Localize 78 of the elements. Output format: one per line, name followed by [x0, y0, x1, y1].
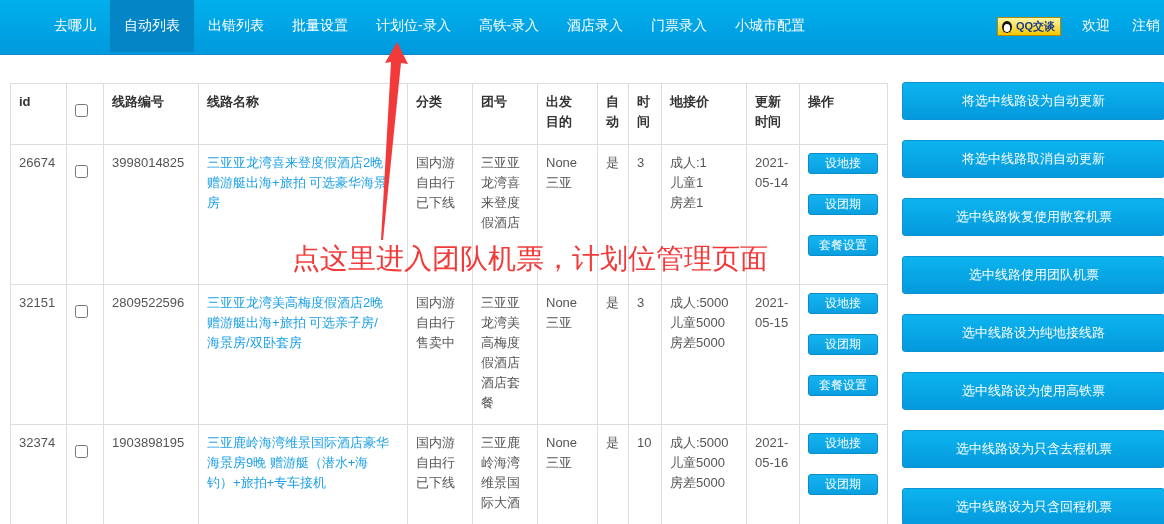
table-cell-text: 三亚亚龙湾喜来登度假酒店 [481, 154, 521, 232]
table-cell-text: 房差1 [670, 194, 705, 212]
table-cell-text: 成人:5000 [670, 434, 730, 452]
action-button[interactable]: 设地接 [808, 433, 878, 454]
table-cell-text: 3 [637, 294, 646, 312]
nav-tab[interactable]: 自动列表 [110, 0, 194, 52]
table-cell-text: 32374 [19, 434, 57, 452]
column-header: 自动 [606, 94, 619, 129]
table-cell-text: 房差5000 [670, 334, 726, 352]
batch-action-button[interactable]: 选中线路恢复使用散客机票 [902, 198, 1164, 236]
column-header: 分类 [416, 94, 442, 109]
nav-tab[interactable]: 去哪儿 [40, 0, 110, 52]
table-cell-text: 三亚鹿岭海湾维景国际大酒 [481, 434, 521, 512]
table-cell-text: 2021-05-14 [755, 154, 790, 192]
batch-action-button[interactable]: 选中线路设为纯地接线路 [902, 314, 1164, 352]
column-header: 操作 [808, 94, 834, 109]
action-button[interactable]: 套餐设置 [808, 235, 878, 256]
table-cell-text: None 三亚 [546, 294, 579, 332]
column-header: 地接价 [670, 94, 709, 109]
nav-tab[interactable]: 小城市配置 [721, 0, 820, 52]
action-button[interactable]: 设团期 [808, 334, 878, 355]
annotation-text: 点这里进入团队机票，计划位管理页面 [292, 242, 768, 276]
table-cell-text: 成人:1 [670, 154, 708, 172]
table-cell-text: 1903898195 [112, 434, 186, 452]
batch-action-button[interactable]: 选中线路设为使用高铁票 [902, 372, 1164, 410]
table-cell-text: 2021-05-15 [755, 294, 790, 332]
column-header: 更新时间 [755, 94, 781, 129]
table-cell-text: 儿童5000 [670, 454, 726, 472]
batch-action-button[interactable]: 将选中线路设为自动更新 [902, 82, 1164, 120]
nav-tab[interactable]: 高铁-录入 [464, 0, 554, 52]
batch-action-button[interactable]: 选中线路设为只含去程机票 [902, 430, 1164, 468]
table-cell-text: 32151 [19, 294, 57, 312]
table-cell-text: 国内游自由行已下线 [416, 154, 456, 212]
column-header: 出发目的 [546, 94, 572, 129]
table-cell-text: 国内游自由行已下线 [416, 434, 456, 492]
table-cell-text: 是 [606, 294, 620, 312]
table-cell-text: 2021-05-16 [755, 434, 790, 472]
table-cell-text: 儿童5000 [670, 314, 726, 332]
column-header: 线路编号 [112, 94, 164, 109]
column-header: 线路名称 [207, 94, 259, 109]
table-cell-text: None 三亚 [546, 434, 579, 472]
table-cell-text: 是 [606, 434, 620, 452]
select-all-checkbox[interactable] [75, 104, 88, 117]
nav-tab[interactable]: 出错列表 [194, 0, 278, 52]
table-cell-text: 儿童1 [670, 174, 705, 192]
welcome-text: 欢迎 [1081, 16, 1111, 35]
table-cell-text: 3 [637, 154, 646, 172]
table-cell-text: 成人:5000 [670, 294, 730, 312]
table-cell-text: 房差5000 [670, 474, 726, 492]
nav-tab[interactable]: 酒店录入 [553, 0, 638, 52]
batch-action-button[interactable]: 选中线路使用团队机票 [902, 256, 1164, 294]
nav-tab[interactable]: 批量设置 [278, 0, 362, 52]
table-cell-text: 2809522596 [112, 294, 186, 312]
table-cell-text: 国内游自由行售卖中 [416, 294, 456, 352]
action-button[interactable]: 设地接 [808, 153, 878, 174]
row-checkbox[interactable] [75, 445, 88, 458]
batch-action-button[interactable]: 将选中线路取消自动更新 [902, 140, 1164, 178]
table-cell-text: 3998014825 [112, 154, 186, 172]
column-header: 团号 [481, 94, 507, 109]
table-cell-text: None 三亚 [546, 154, 579, 192]
column-header: id [19, 94, 31, 109]
table-cell-text: 10 [637, 434, 653, 452]
row-checkbox[interactable] [75, 305, 88, 318]
nav-tab[interactable]: 计划位-录入 [362, 0, 465, 52]
table-cell-text: 26674 [19, 154, 57, 172]
penguin-icon [1000, 19, 1013, 33]
action-button[interactable]: 设团期 [808, 194, 878, 215]
action-button[interactable]: 设团期 [808, 474, 878, 495]
column-header: 时间 [637, 94, 650, 129]
nav-tab[interactable]: 门票录入 [637, 0, 722, 52]
qq-chat-button[interactable]: QQ交谈 [996, 16, 1061, 36]
action-button[interactable]: 设地接 [808, 293, 878, 314]
row-checkbox[interactable] [75, 165, 88, 178]
batch-action-button[interactable]: 选中线路设为只含回程机票 [902, 488, 1164, 524]
table-cell-text: 三亚亚龙湾美高梅度假酒店酒店套餐 [481, 294, 521, 412]
table-cell-text: 是 [606, 154, 620, 172]
action-button[interactable]: 套餐设置 [808, 375, 878, 396]
logout-link[interactable]: 注销 [1121, 0, 1164, 52]
